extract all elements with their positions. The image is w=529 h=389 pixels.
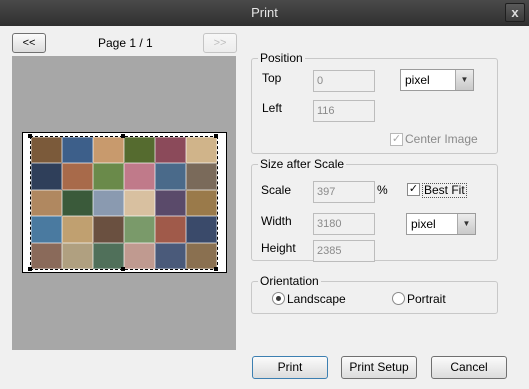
preview-image[interactable] — [30, 136, 218, 270]
photo-tile — [186, 137, 217, 164]
best-fit-label: Best Fit — [422, 183, 467, 198]
photo-tile — [31, 242, 62, 269]
scale-unit-select[interactable]: pixel ▼ — [406, 213, 476, 235]
position-group-title: Position — [258, 51, 305, 65]
size-after-scale-title: Size after Scale — [258, 157, 347, 171]
height-field[interactable]: 2385 — [313, 240, 375, 262]
preview-paper — [22, 132, 227, 273]
landscape-label: Landscape — [287, 292, 346, 306]
height-label: Height — [261, 241, 296, 255]
photo-tile — [155, 137, 186, 164]
scale-unit-value: pixel — [411, 217, 436, 231]
photo-tile — [93, 242, 124, 269]
title-bar: Print x — [0, 0, 529, 26]
photo-tile — [62, 137, 93, 164]
resize-handle-top[interactable] — [121, 134, 125, 138]
percent-label: % — [377, 183, 388, 197]
photo-tile — [93, 189, 124, 217]
resize-handle-top-left[interactable] — [28, 134, 32, 138]
portrait-radio[interactable] — [392, 292, 405, 305]
position-unit-value: pixel — [405, 73, 430, 87]
photo-tile — [62, 189, 93, 217]
photo-tile — [124, 242, 155, 269]
left-label: Left — [262, 101, 283, 115]
landscape-radio[interactable] — [272, 292, 285, 305]
chevron-down-icon: ▼ — [457, 214, 475, 234]
print-setup-button[interactable]: Print Setup — [341, 356, 417, 379]
photo-tile — [31, 163, 62, 190]
photo-tile — [31, 137, 62, 164]
width-field[interactable]: 3180 — [313, 213, 375, 235]
orientation-group-title: Orientation — [258, 274, 321, 288]
photo-tile — [62, 163, 93, 190]
photo-tile — [155, 216, 186, 243]
window-title: Print — [251, 5, 278, 20]
photo-tile — [62, 242, 93, 269]
resize-handle-top-right[interactable] — [214, 134, 218, 138]
photo-tile — [186, 189, 217, 217]
next-page-button[interactable]: >> — [203, 33, 237, 53]
best-fit-checkbox[interactable]: ✓ — [407, 183, 420, 196]
photo-tile — [93, 216, 124, 243]
photo-tile — [155, 242, 186, 269]
photo-tile — [93, 137, 124, 164]
photo-tile — [186, 242, 217, 269]
chevron-down-icon: ▼ — [455, 70, 473, 90]
photo-tile — [155, 163, 186, 190]
photo-tile — [62, 216, 93, 243]
photo-tile — [124, 137, 155, 164]
close-icon[interactable]: x — [505, 3, 525, 22]
photo-tile — [31, 189, 62, 217]
width-label: Width — [261, 214, 292, 228]
photo-tile — [124, 163, 155, 190]
photo-tile — [124, 189, 155, 217]
top-field[interactable]: 0 — [313, 70, 375, 92]
photo-tile — [186, 216, 217, 243]
resize-handle-bottom-left[interactable] — [28, 267, 32, 271]
page-indicator: Page 1 / 1 — [98, 36, 153, 50]
photo-tile — [155, 189, 186, 217]
center-image-label: Center Image — [405, 132, 478, 146]
left-field[interactable]: 116 — [313, 100, 375, 122]
scale-field[interactable]: 397 — [313, 181, 375, 203]
top-label: Top — [262, 71, 282, 85]
print-dialog: Print x << Page 1 / 1 >> Position Top 0 … — [0, 0, 529, 389]
cancel-button[interactable]: Cancel — [431, 356, 507, 379]
photo-tile — [31, 216, 62, 243]
position-unit-select[interactable]: pixel ▼ — [400, 69, 474, 91]
previous-page-button[interactable]: << — [12, 33, 46, 53]
portrait-label: Portrait — [407, 292, 446, 306]
center-image-checkbox[interactable]: ✓ — [390, 133, 403, 146]
resize-handle-bottom-right[interactable] — [214, 267, 218, 271]
resize-handle-bottom[interactable] — [121, 267, 125, 271]
photo-tile — [186, 163, 217, 190]
photo-tile — [124, 216, 155, 243]
scale-label: Scale — [261, 183, 292, 197]
photo-tile — [93, 163, 124, 190]
print-button[interactable]: Print — [252, 356, 328, 379]
